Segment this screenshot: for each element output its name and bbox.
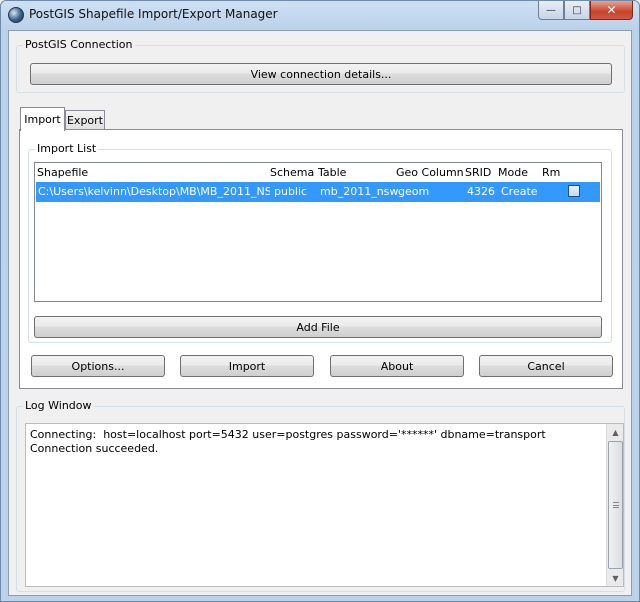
log-line: Connecting: host=localhost port=5432 use… <box>30 428 546 441</box>
grip-icon <box>613 502 619 508</box>
window-title: PostGIS Shapefile Import/Export Manager <box>29 7 278 21</box>
column-header-srid[interactable]: SRID <box>465 166 491 179</box>
column-header-shapefile[interactable]: Shapefile <box>37 166 88 179</box>
connection-group: PostGIS Connection View connection detai… <box>16 38 625 93</box>
remove-checkbox[interactable] <box>568 185 580 197</box>
log-window-group-title: Log Window <box>23 399 94 413</box>
options-button[interactable]: Options... <box>31 355 165 377</box>
import-list-group: Import List Shapefile Schema Table Geo C… <box>28 142 612 343</box>
import-button[interactable]: Import <box>180 355 314 377</box>
cell-mode[interactable]: Create <box>501 185 538 198</box>
connection-group-title: PostGIS Connection <box>23 38 135 52</box>
chevron-down-icon[interactable]: ▼ <box>608 570 623 586</box>
log-textarea[interactable]: Connecting: host=localhost port=5432 use… <box>25 423 624 587</box>
cell-srid[interactable]: 4326 <box>467 185 495 198</box>
globe-icon <box>8 7 24 23</box>
minimize-button[interactable]: — <box>538 1 564 20</box>
app-window: PostGIS Shapefile Import/Export Manager … <box>0 0 640 602</box>
scroll-thumb[interactable] <box>608 441 623 569</box>
column-header-schema[interactable]: Schema <box>270 166 314 179</box>
log-window-group: Log Window Connecting: host=localhost po… <box>16 399 625 592</box>
cell-geo-column[interactable]: geom <box>398 185 429 198</box>
column-header-table[interactable]: Table <box>318 166 346 179</box>
import-list-table[interactable]: Shapefile Schema Table Geo Column SRID M… <box>34 162 602 302</box>
tab-import[interactable]: Import <box>20 107 65 131</box>
tab-export[interactable]: Export <box>65 110 105 130</box>
title-bar[interactable]: PostGIS Shapefile Import/Export Manager … <box>1 1 639 29</box>
tab-import-label: Import <box>24 113 61 126</box>
table-row[interactable]: C:\Users\kelvinn\Desktop\MB\MB_2011_NSW … <box>36 182 600 202</box>
cell-shapefile[interactable]: C:\Users\kelvinn\Desktop\MB\MB_2011_NSW <box>38 185 270 198</box>
column-header-geo-column[interactable]: Geo Column <box>396 166 464 179</box>
log-scrollbar[interactable]: ▲ ▼ <box>606 424 623 586</box>
add-file-button[interactable]: Add File <box>34 316 602 338</box>
cell-schema[interactable]: public <box>274 185 307 198</box>
column-header-rm[interactable]: Rm <box>542 166 560 179</box>
cancel-button[interactable]: Cancel <box>479 355 613 377</box>
window-controls: — □ ✕ <box>538 1 633 21</box>
import-list-group-title: Import List <box>35 142 99 156</box>
client-area: PostGIS Connection View connection detai… <box>8 30 632 596</box>
view-connection-button[interactable]: View connection details... <box>30 63 612 85</box>
close-button[interactable]: ✕ <box>590 1 633 20</box>
cell-table[interactable]: mb_2011_nsw <box>320 185 398 198</box>
tab-export-label: Export <box>66 114 103 127</box>
maximize-button[interactable]: □ <box>564 1 590 20</box>
column-header-mode[interactable]: Mode <box>498 166 528 179</box>
chevron-up-icon[interactable]: ▲ <box>608 424 623 440</box>
import-tab-panel: Import List Shapefile Schema Table Geo C… <box>19 129 623 389</box>
log-text: Connecting: host=localhost port=5432 use… <box>30 428 546 456</box>
table-header: Shapefile Schema Table Geo Column SRID M… <box>35 163 601 182</box>
about-button[interactable]: About <box>330 355 464 377</box>
log-line: Connection succeeded. <box>30 442 159 455</box>
